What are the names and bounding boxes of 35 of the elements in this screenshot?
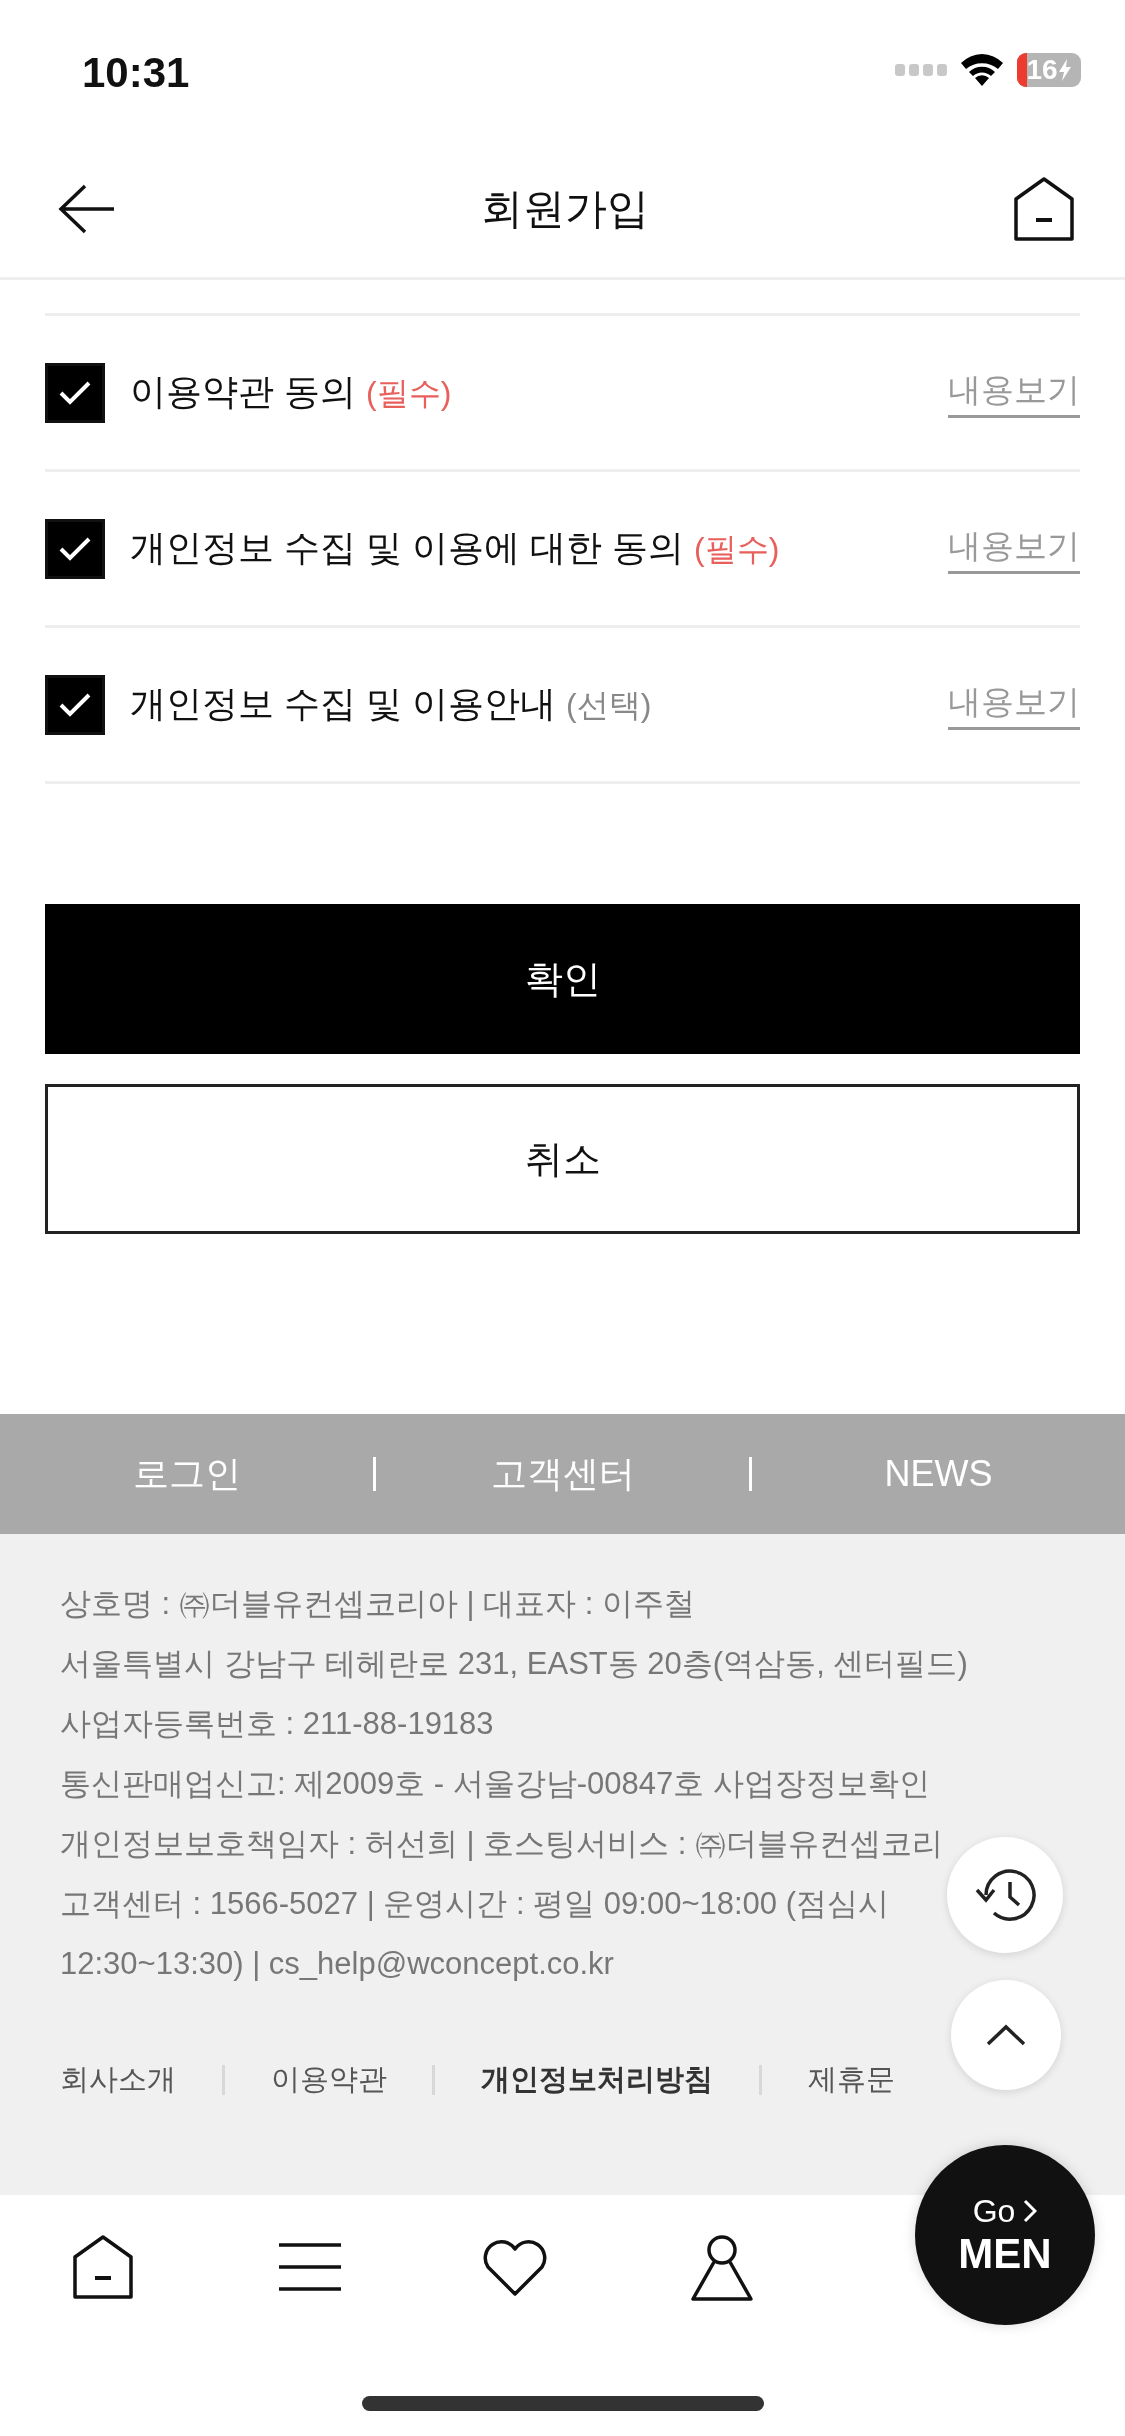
back-icon[interactable] [58,183,116,234]
agreement-label: 이용약관 동의 (필수) [130,370,453,414]
signal-icon [895,64,947,76]
page-title: 회원가입 [480,183,649,234]
checkbox[interactable] [45,674,105,735]
footer-link[interactable]: 이용약관 [270,2060,387,2100]
company-info-text: 12:30~13:30) | cs_help@wconcept.co.kr [60,1945,614,1983]
person-icon[interactable] [690,2235,754,2301]
cancel-button[interactable]: 취소 [45,1084,1080,1234]
check-icon [58,379,92,406]
company-info-text: 상호명 : ㈜더블유컨셉코리아 | 대표자 : 이주철 [60,1585,695,1623]
footer-link[interactable]: 개인정보처리방침 [481,2060,714,2100]
menu-icon[interactable] [279,2243,341,2291]
home-icon[interactable] [1013,176,1075,241]
chevron-up-icon [986,2024,1026,2046]
heart-icon[interactable] [482,2239,548,2297]
status-time: 10:31 [82,48,190,97]
footer-link[interactable]: 회사소개 [60,2060,176,2100]
checkbox[interactable] [45,518,105,579]
check-icon [58,691,92,718]
chevron-right-icon [1023,2199,1038,2223]
footer-link[interactable]: 제휴문 [807,2060,895,2100]
checkbox[interactable] [45,362,105,423]
check-icon [58,535,92,562]
company-info-text: 사업자등록번호 : 211-88-19183 [60,1705,494,1743]
home-icon[interactable] [72,2235,134,2299]
agreement-label: 개인정보 수집 및 이용에 대한 동의 (필수) [130,526,781,570]
company-info-text: 서울특별시 강남구 테헤란로 231, EAST동 20층(역삼동, 센터필드) [60,1645,968,1683]
agreement-label: 개인정보 수집 및 이용안내 (선택) [130,682,653,726]
confirm-button[interactable]: 확인 [45,904,1080,1054]
company-info-text: 개인정보보호책임자 : 허선희 | 호스팅서비스 : ㈜더블유컨셉코리 [60,1825,943,1863]
battery-icon: 16 [1017,53,1081,87]
wifi-icon [961,54,1003,86]
company-info-text: 고객센터 : 1566-5027 | 운영시간 : 평일 09:00~18:00 (점심시 [60,1885,889,1923]
company-info-text: 통신판매업신고: 제2009호 - 서울강남-00847호 사업장정보확인 [60,1765,930,1803]
